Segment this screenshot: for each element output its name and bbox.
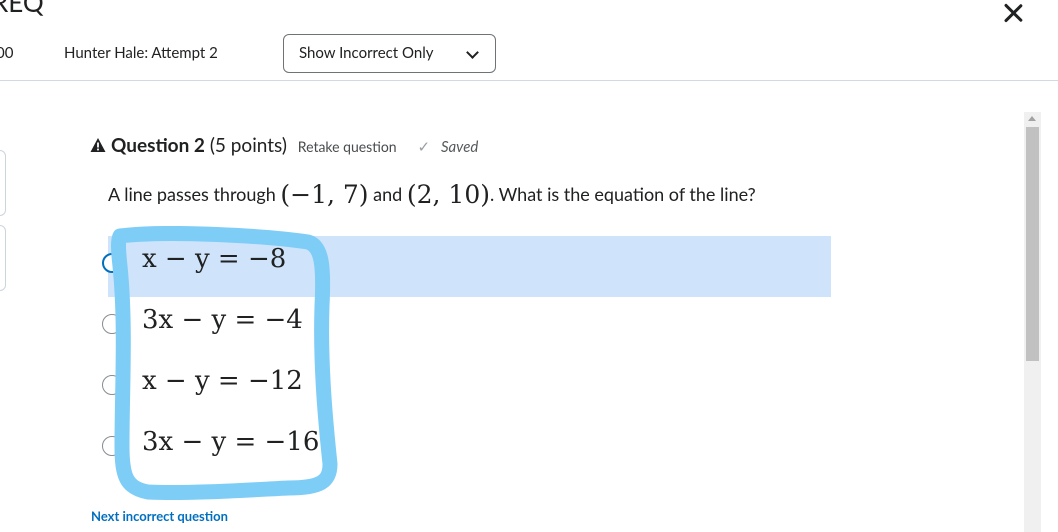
answer-label: x − y = −8 bbox=[142, 244, 287, 274]
filter-select-value: Show Incorrect Only bbox=[299, 44, 434, 62]
answer-options: x − y = −8 3x − y = −4 x − y = −12 3x − … bbox=[102, 236, 831, 480]
question-points: (5 points) bbox=[209, 134, 287, 157]
question-header: Question 2 (5 points) Retake question ✓ … bbox=[90, 134, 478, 157]
page-title: REQ bbox=[0, 0, 44, 18]
retake-question-link[interactable]: Retake question bbox=[298, 138, 397, 155]
attempt-label: Hunter Hale: Attempt 2 bbox=[64, 44, 218, 62]
close-icon[interactable] bbox=[1000, 0, 1026, 26]
saved-status: Saved bbox=[440, 138, 479, 156]
score-label: 00 bbox=[0, 44, 14, 62]
radio-button[interactable] bbox=[102, 436, 122, 456]
answer-option[interactable]: 3x − y = −16 bbox=[102, 419, 831, 480]
radio-button[interactable] bbox=[102, 375, 122, 395]
check-icon: ✓ bbox=[417, 138, 431, 156]
question-text-mid: and bbox=[373, 183, 403, 205]
question-title: Question 2 bbox=[111, 134, 205, 157]
math-point-1: (−1, 7) bbox=[280, 180, 369, 209]
question-text-suffix: . What is the equation of the line? bbox=[489, 183, 756, 205]
answer-label: x − y = −12 bbox=[142, 366, 303, 396]
question-nav-card[interactable] bbox=[0, 225, 6, 291]
answer-option[interactable]: 3x − y = −4 bbox=[102, 297, 831, 358]
answer-option[interactable]: x − y = −8 bbox=[102, 236, 831, 297]
question-text: A line passes through (−1, 7) and (2, 10… bbox=[108, 180, 756, 209]
chevron-down-icon bbox=[466, 46, 479, 59]
answer-option[interactable]: x − y = −12 bbox=[102, 358, 831, 419]
scroll-up-arrow[interactable] bbox=[1024, 112, 1041, 126]
question-nav-card[interactable] bbox=[0, 150, 6, 216]
filter-select[interactable]: Show Incorrect Only bbox=[283, 34, 496, 73]
answer-label: 3x − y = −16 bbox=[142, 427, 320, 457]
scrollbar-thumb[interactable] bbox=[1026, 127, 1039, 361]
math-point-2: (2, 10) bbox=[406, 180, 490, 209]
radio-button[interactable] bbox=[102, 253, 122, 273]
warning-icon bbox=[90, 138, 106, 152]
radio-button[interactable] bbox=[102, 314, 122, 334]
answer-label: 3x − y = −4 bbox=[142, 305, 303, 335]
next-incorrect-question-link[interactable]: Next incorrect question bbox=[91, 508, 228, 524]
header-divider bbox=[0, 80, 1058, 81]
question-text-prefix: A line passes through bbox=[108, 183, 276, 205]
